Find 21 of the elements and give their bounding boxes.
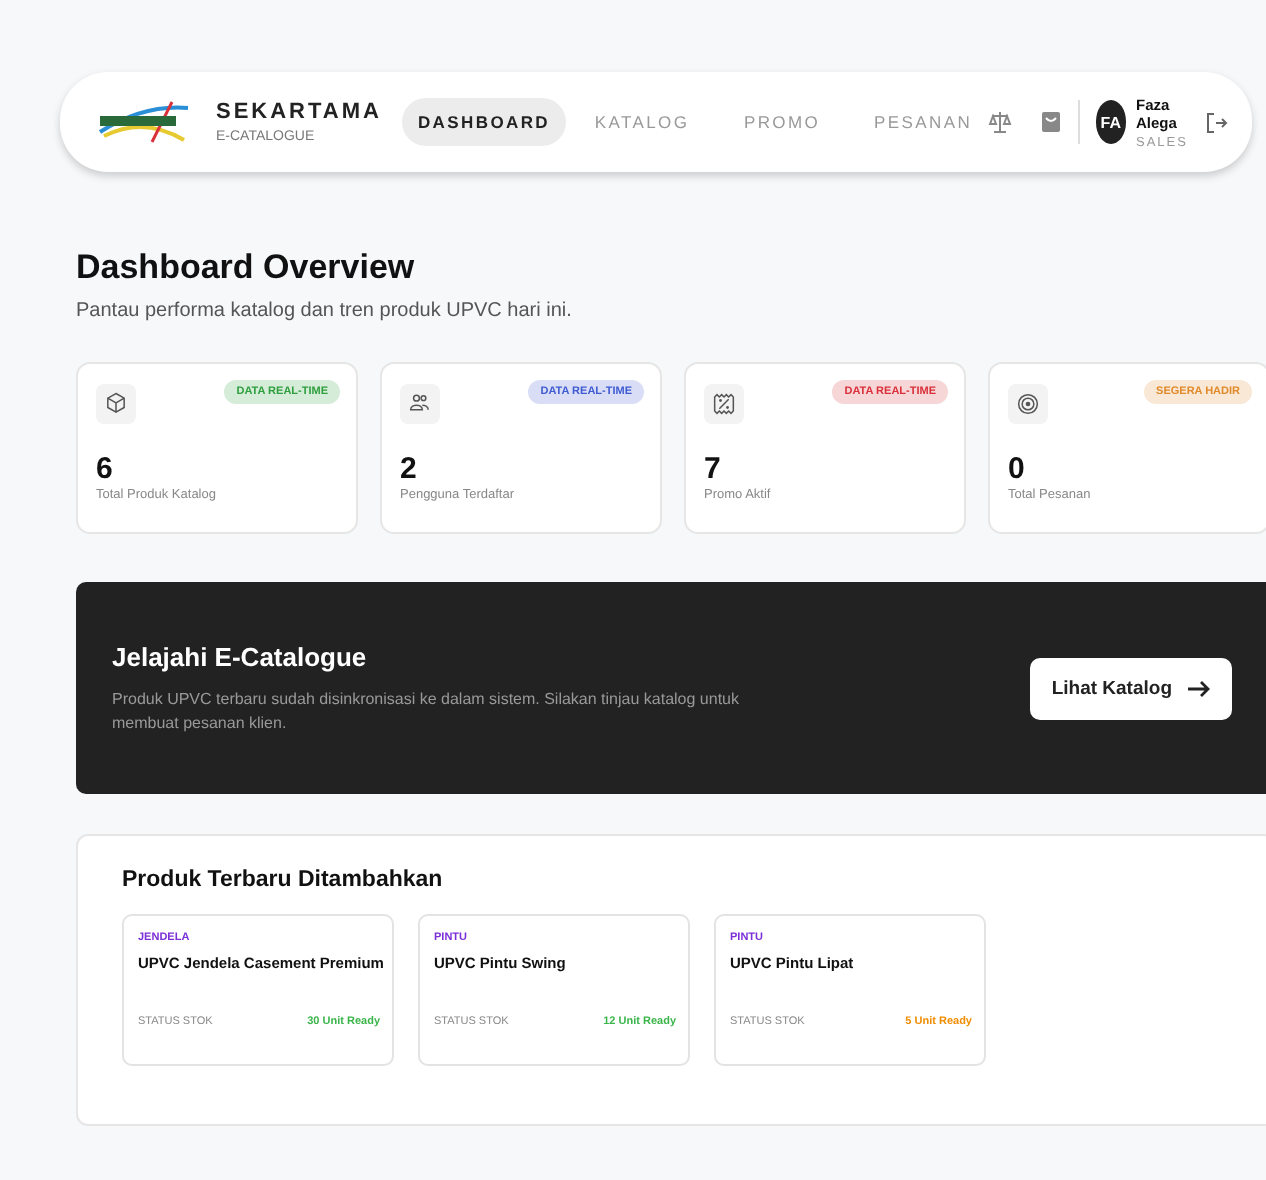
brand-name: SEKARTAMA — [216, 100, 382, 124]
scale-icon[interactable] — [988, 110, 1013, 134]
stat-value: 0 — [1008, 452, 1027, 486]
page-title: Dashboard Overview — [76, 248, 417, 288]
target-icon — [1008, 384, 1048, 424]
percent-ticket-icon — [704, 384, 744, 424]
nav-tab[interactable]: DASHBOARD — [401, 98, 567, 146]
stat-value: 6 — [96, 452, 115, 486]
stat-value: 2 — [400, 452, 419, 486]
section-title: Produk Terbaru Ditambahkan — [122, 868, 445, 892]
user-avatar[interactable]: FA — [1095, 100, 1127, 144]
banner-text: Produk UPVC terbaru sudah disinkronisasi ke dalam sistem. Silakan tinjau katalog untuk membuat pesanan klien. — [112, 688, 741, 734]
banner-title: Jelajahi E-Catalogue — [112, 642, 369, 673]
page-subtitle: Pantau performa katalog dan tren produk UPVC hari ini. — [76, 300, 574, 322]
arrow-right-icon — [1188, 679, 1210, 697]
stat-value: 7 — [704, 452, 723, 486]
users-icon — [400, 384, 440, 424]
logout-icon[interactable] — [1206, 111, 1228, 133]
cube-icon — [96, 384, 136, 424]
bag-icon[interactable] — [1040, 110, 1063, 134]
view-catalog-button[interactable]: Lihat Katalog — [1029, 657, 1232, 719]
